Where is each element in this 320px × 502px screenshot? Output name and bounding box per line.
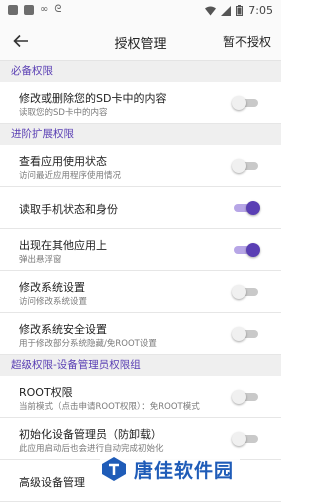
permission-subtitle: 访问修改系统设置: [19, 297, 88, 307]
clock: 7:05: [248, 4, 273, 17]
toggle-switch[interactable]: [232, 96, 260, 110]
permission-title: 修改或删除您的SD卡中的内容: [19, 92, 167, 105]
toggle-switch[interactable]: [232, 159, 260, 173]
permission-title: ROOT权限: [19, 386, 73, 399]
wifi-icon: [205, 6, 217, 15]
watermark-text: 唐佳软件园: [134, 459, 235, 482]
permission-subtitle: 当前模式（点击申请ROOT权限）：免ROOT模式: [19, 402, 200, 412]
app-bar: 授权管理 暂不授权: [0, 22, 281, 61]
permission-row-secure-settings[interactable]: 修改系统安全设置 用于修改部分系统隐藏/免ROOT设置: [0, 313, 281, 355]
permission-title: 查看应用使用状态: [19, 155, 107, 168]
section-header-required: 必备权限: [0, 61, 281, 82]
permission-title: 出现在其他应用上: [19, 239, 107, 252]
permission-row-sd-card[interactable]: 修改或删除您的SD卡中的内容 读取您的SD卡中的内容: [0, 82, 281, 124]
permission-row-usage-stats[interactable]: 查看应用使用状态 访问最近应用程序使用情况: [0, 145, 281, 187]
permission-list[interactable]: 必备权限 修改或删除您的SD卡中的内容 读取您的SD卡中的内容 进阶扩展权限 查…: [0, 61, 281, 502]
toggle-switch[interactable]: [232, 432, 260, 446]
permission-title: 修改系统安全设置: [19, 323, 107, 336]
toggle-switch[interactable]: [232, 390, 260, 404]
permission-subtitle: 用于修改部分系统隐藏/免ROOT设置: [19, 339, 157, 349]
permission-subtitle: 读取您的SD卡中的内容: [19, 108, 108, 118]
permission-row-write-settings[interactable]: 修改系统设置 访问修改系统设置: [0, 271, 281, 313]
permission-row-phone-state[interactable]: 读取手机状态和身份: [0, 187, 281, 229]
battery-icon: [236, 5, 244, 16]
notification-icon: [8, 4, 18, 15]
watermark: 唐佳软件园: [100, 452, 241, 486]
permission-title: 修改系统设置: [19, 281, 85, 294]
toggle-switch[interactable]: [232, 285, 260, 299]
status-bar: ∞ ᘓ 7:05: [0, 0, 281, 22]
watermark-logo-icon: [102, 457, 126, 481]
section-header-advanced: 进阶扩展权限: [0, 124, 281, 145]
permission-title: 读取手机状态和身份: [19, 203, 118, 216]
sync-icon: ᘓ: [54, 4, 62, 15]
permission-row-overlay[interactable]: 出现在其他应用上 弹出悬浮窗: [0, 229, 281, 271]
section-header-super: 超级权限-设备管理员权限组: [0, 355, 281, 376]
sync-icon: ∞: [40, 4, 49, 15]
permission-title: 初始化设备管理员（防卸载）: [19, 428, 162, 441]
notification-icon: [24, 4, 34, 15]
toggle-switch[interactable]: [232, 201, 260, 215]
permission-row-root[interactable]: ROOT权限 当前模式（点击申请ROOT权限）：免ROOT模式: [0, 376, 281, 418]
signal-icon: [221, 5, 232, 16]
toggle-switch[interactable]: [232, 243, 260, 257]
toggle-switch[interactable]: [232, 327, 260, 341]
permission-subtitle: 弹出悬浮窗: [19, 255, 62, 265]
permission-subtitle: 访问最近应用程序使用情况: [19, 171, 122, 181]
permission-title: 高级设备管理: [19, 476, 85, 489]
skip-authorization-button[interactable]: 暂不授权: [223, 33, 271, 50]
